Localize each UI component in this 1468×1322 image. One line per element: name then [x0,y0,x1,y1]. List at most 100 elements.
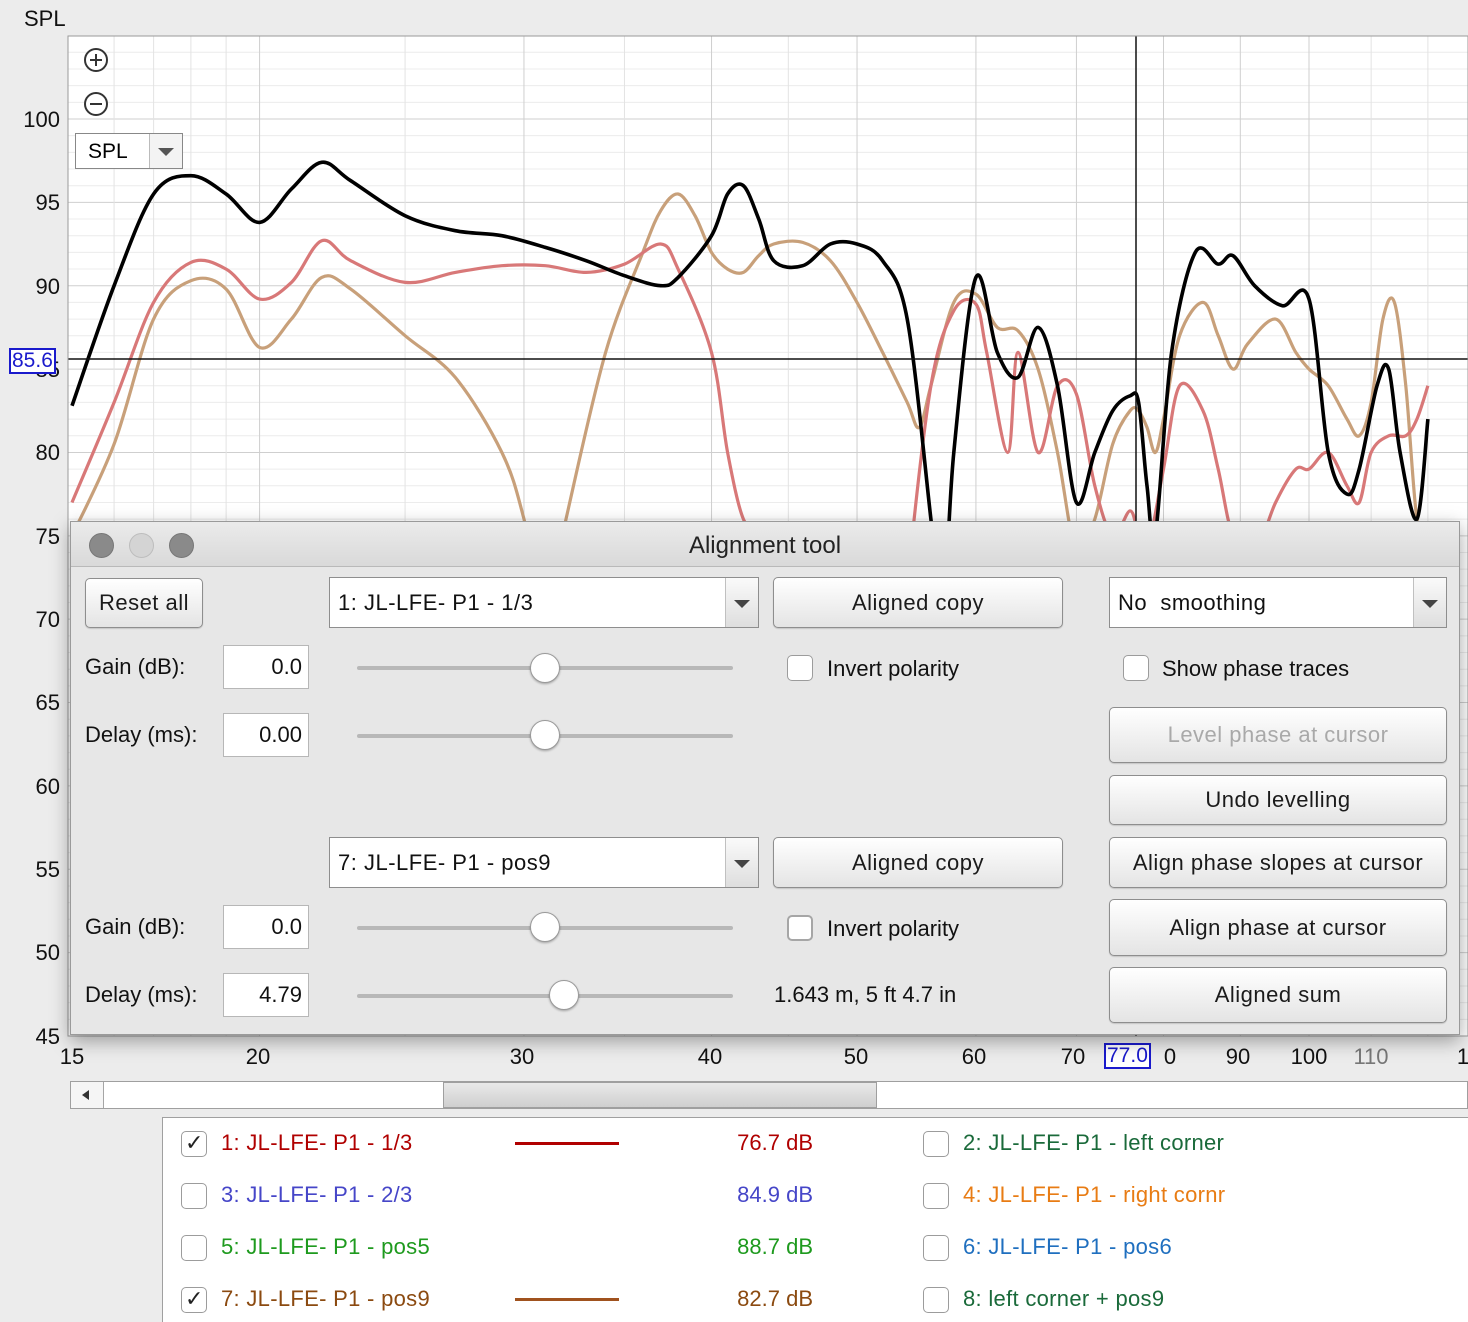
bottom-gain-slider-thumb[interactable] [530,912,560,942]
legend-checkbox-6[interactable] [923,1235,949,1261]
align-phase-slopes-button[interactable]: Align phase slopes at cursor [1109,837,1447,888]
align-phase-button[interactable]: Align phase at cursor [1109,899,1447,956]
legend-label-8[interactable]: 8: left corner + pos9 [963,1286,1164,1312]
top-gain-field[interactable]: 0.0 [223,645,309,689]
zoom-out-icon[interactable] [83,91,109,117]
bottom-delay-label: Delay (ms): [85,982,198,1007]
smoothing-select[interactable]: No smoothing [1109,577,1447,628]
bottom-invert-polarity-checkbox[interactable] [787,915,813,941]
x-tick: 110 [1353,1044,1388,1069]
legend-label-3[interactable]: 3: JL-LFE- P1 - 2/3 [221,1182,413,1208]
legend-label-1[interactable]: 1: JL-LFE- P1 - 1/3 [221,1130,413,1156]
legend-label-7[interactable]: 7: JL-LFE- P1 - pos9 [221,1286,430,1312]
x-tick: 70 [1061,1044,1085,1069]
bottom-measurement-value: 7: JL-LFE- P1 - pos9 [338,850,551,875]
chevron-down-icon [725,838,758,887]
delay-distance-readout: 1.643 m, 5 ft 4.7 in [774,982,957,1007]
x-tick: 90 [1226,1044,1250,1069]
legend-checkbox-7[interactable]: ✓ [181,1286,207,1313]
bottom-delay-slider-track[interactable] [357,994,733,998]
x-tick: 20 [246,1044,270,1069]
bottom-gain-field[interactable]: 0.0 [223,905,309,949]
aligned-sum-button[interactable]: Aligned sum [1109,967,1447,1023]
top-gain-label: Gain (dB): [85,654,186,679]
checkmark-icon: ✓ [185,1286,204,1311]
top-gain-slider-thumb[interactable] [530,653,560,683]
x-tick: 50 [844,1044,868,1069]
x-tick: 30 [510,1044,534,1069]
dialog-titlebar[interactable]: Alignment tool [71,522,1459,567]
x-tick: 15 [60,1044,84,1069]
bottom-aligned-copy-button[interactable]: Aligned copy [773,837,1063,888]
y-tick: 70 [36,607,60,632]
x-tick: 0 [1164,1044,1176,1069]
legend-label-4[interactable]: 4: JL-LFE- P1 - right cornr [963,1182,1225,1208]
legend-line-swatch-7 [515,1298,619,1301]
graph-view-select[interactable]: SPL [75,133,183,169]
y-axis-label: SPL [24,6,66,31]
legend-checkbox-5[interactable] [181,1235,207,1261]
cursor-frequency-readout: 77.0 [1104,1043,1151,1069]
checkmark-icon: ✓ [185,1130,204,1155]
legend-checkbox-2[interactable] [923,1131,949,1157]
legend-value-5: 88.7 dB [737,1234,813,1259]
alignment-tool-dialog: Alignment tool Reset all 1: JL-LFE- P1 -… [70,521,1460,1035]
level-phase-button[interactable]: Level phase at cursor [1109,707,1447,763]
bottom-invert-polarity-label: Invert polarity [827,916,960,941]
y-tick: 50 [36,940,60,965]
legend-checkbox-3[interactable] [181,1183,207,1209]
y-tick: 65 [36,690,60,715]
y-tick: 80 [36,440,60,465]
y-tick: 60 [36,774,60,799]
show-phase-traces-checkbox[interactable] [1123,655,1149,681]
measurement-legend: ✓ 1: JL-LFE- P1 - 1/3 76.7 dB 2: JL-LFE-… [162,1117,1468,1322]
legend-line-swatch-1 [515,1142,619,1145]
legend-value-3: 84.9 dB [737,1182,813,1207]
cursor-spl-readout: 85.6 [9,348,56,374]
top-invert-polarity-checkbox[interactable] [787,655,813,681]
x-tick: 40 [698,1044,722,1069]
legend-checkbox-8[interactable] [923,1287,949,1313]
reset-all-button[interactable]: Reset all [85,578,203,628]
x-tick: 100 [1291,1044,1328,1069]
zoom-in-icon[interactable] [83,47,109,73]
legend-label-2[interactable]: 2: JL-LFE- P1 - left corner [963,1130,1224,1156]
y-tick: 90 [36,274,60,299]
chevron-down-icon [725,578,758,627]
top-aligned-copy-button[interactable]: Aligned copy [773,577,1063,628]
chevron-down-icon [149,134,182,168]
x-tick: 60 [962,1044,986,1069]
legend-checkbox-4[interactable] [923,1183,949,1209]
undo-levelling-button[interactable]: Undo levelling [1109,775,1447,825]
bottom-delay-slider-thumb[interactable] [548,980,579,1010]
dialog-title: Alignment tool [688,532,842,559]
x-tick: 1 [1457,1044,1468,1069]
smoothing-value: No smoothing [1118,590,1267,615]
show-phase-traces-label: Show phase traces [1162,656,1350,681]
bottom-delay-field[interactable]: 4.79 [223,973,309,1017]
top-measurement-select[interactable]: 1: JL-LFE- P1 - 1/3 [329,577,759,628]
scroll-left-button[interactable] [71,1082,104,1108]
legend-value-7: 82.7 dB [737,1286,813,1311]
top-delay-field[interactable]: 0.00 [223,713,309,757]
top-delay-slider-thumb[interactable] [530,720,560,750]
top-invert-polarity-label: Invert polarity [827,656,960,681]
horizontal-scrollbar[interactable] [70,1081,1468,1109]
y-tick: 95 [36,190,60,215]
graph-view-value: SPL [88,140,128,163]
legend-value-1: 76.7 dB [737,1130,813,1155]
arrow-left-icon [82,1090,89,1100]
bottom-measurement-select[interactable]: 7: JL-LFE- P1 - pos9 [329,837,759,888]
scrollbar-thumb[interactable] [443,1082,877,1108]
top-measurement-value: 1: JL-LFE- P1 - 1/3 [338,590,534,615]
top-delay-label: Delay (ms): [85,722,198,747]
legend-label-5[interactable]: 5: JL-LFE- P1 - pos5 [221,1234,430,1260]
legend-label-6[interactable]: 6: JL-LFE- P1 - pos6 [963,1234,1172,1260]
y-tick: 75 [36,524,60,549]
legend-checkbox-1[interactable]: ✓ [181,1130,207,1157]
y-tick: 55 [36,857,60,882]
bottom-gain-label: Gain (dB): [85,914,186,939]
y-tick: 100 [23,107,60,132]
y-tick: 45 [36,1024,60,1049]
chevron-down-icon [1413,578,1446,627]
